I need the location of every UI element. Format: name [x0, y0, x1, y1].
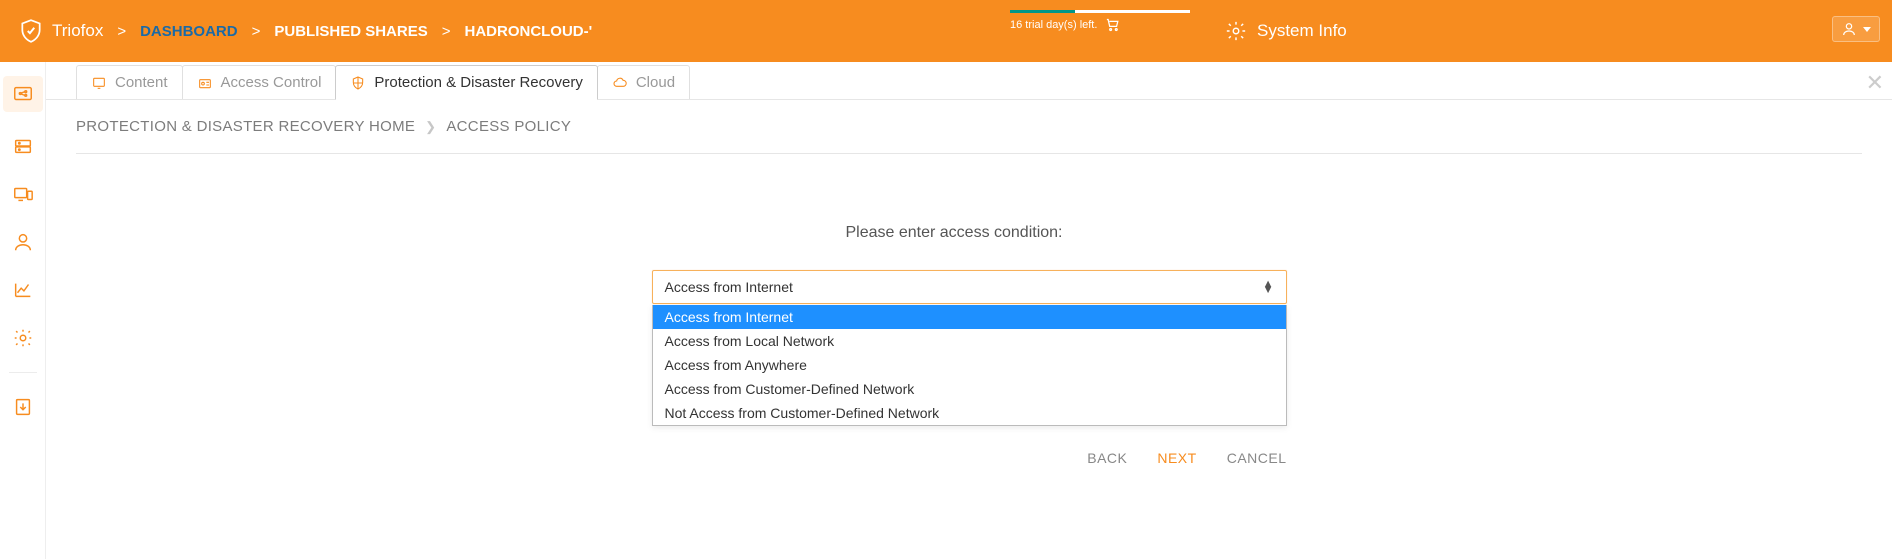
button-row: BACK NEXT CANCEL — [652, 450, 1287, 466]
tab-label: Protection & Disaster Recovery — [374, 74, 582, 91]
sep: > — [117, 23, 126, 40]
tab-content[interactable]: Content — [76, 65, 183, 99]
form-area: Please enter access condition: Access fr… — [46, 154, 1892, 304]
dropdown-option[interactable]: Access from Local Network — [653, 329, 1286, 353]
tab-row: Content Access Control Protection & Disa… — [46, 62, 1892, 100]
sidebar-item-device[interactable] — [9, 180, 37, 208]
user-menu-button[interactable] — [1832, 16, 1880, 42]
cancel-button[interactable]: CANCEL — [1227, 450, 1287, 466]
sidebar-item-settings[interactable] — [9, 324, 37, 352]
back-button[interactable]: BACK — [1087, 450, 1127, 466]
breadcrumb-current[interactable]: HADRONCLOUD-' — [464, 23, 592, 40]
dropdown-option[interactable]: Access from Internet — [653, 305, 1286, 329]
sidebar-item-chart[interactable] — [9, 276, 37, 304]
content-area: Content Access Control Protection & Disa… — [46, 62, 1892, 559]
tab-protection-dr[interactable]: Protection & Disaster Recovery — [335, 65, 597, 100]
user-icon — [1841, 21, 1857, 37]
close-icon[interactable]: ✕ — [1866, 70, 1884, 96]
system-info-label: System Info — [1257, 21, 1347, 41]
access-condition-select-wrap: Access from Internet ▲▼ Access from Inte… — [652, 270, 1287, 304]
breadcrumb-published-shares[interactable]: PUBLISHED SHARES — [274, 23, 427, 40]
access-condition-dropdown: Access from Internet Access from Local N… — [652, 305, 1287, 426]
chevron-down-icon — [1863, 27, 1871, 32]
sidebar-item-share[interactable] — [3, 76, 43, 112]
header-bar: Triofox > DASHBOARD > PUBLISHED SHARES >… — [0, 0, 1892, 62]
trial-text: 16 trial day(s) left. — [1010, 19, 1097, 31]
sidebar-item-user[interactable] — [9, 228, 37, 256]
next-button[interactable]: NEXT — [1157, 450, 1196, 466]
breadcrumb-dashboard[interactable]: DASHBOARD — [140, 23, 238, 40]
tab-access-control[interactable]: Access Control — [182, 65, 337, 99]
sidebar-item-servers[interactable] — [9, 132, 37, 160]
tab-label: Access Control — [221, 74, 322, 91]
logo-icon — [18, 18, 44, 44]
chevron-right-icon: ❯ — [425, 119, 436, 135]
select-value: Access from Internet — [665, 279, 793, 295]
tab-cloud[interactable]: Cloud — [597, 65, 690, 99]
gear-icon — [1225, 20, 1247, 42]
sep: > — [252, 23, 261, 40]
sep: > — [442, 23, 451, 40]
sub-breadcrumb-home[interactable]: PROTECTION & DISASTER RECOVERY HOME — [76, 118, 415, 135]
dropdown-option[interactable]: Access from Customer-Defined Network — [653, 377, 1286, 401]
form-prompt: Please enter access condition: — [845, 224, 1062, 242]
progress-bar — [1010, 10, 1190, 13]
system-info-link[interactable]: System Info — [1225, 0, 1347, 62]
sidebar-item-download[interactable] — [9, 393, 37, 421]
select-arrows-icon: ▲▼ — [1263, 281, 1274, 293]
cart-icon[interactable] — [1105, 17, 1120, 32]
trial-area: 16 trial day(s) left. — [1010, 10, 1190, 32]
dropdown-option[interactable]: Access from Anywhere — [653, 353, 1286, 377]
brand-text: Triofox — [52, 21, 103, 41]
tab-label: Content — [115, 74, 168, 91]
sub-breadcrumb: PROTECTION & DISASTER RECOVERY HOME ❯ AC… — [46, 100, 1892, 153]
dropdown-option[interactable]: Not Access from Customer-Defined Network — [653, 401, 1286, 425]
logo-area: Triofox > DASHBOARD > PUBLISHED SHARES >… — [18, 18, 592, 44]
left-sidebar — [0, 62, 46, 559]
sidebar-divider — [9, 372, 37, 373]
sub-breadcrumb-current: ACCESS POLICY — [446, 118, 571, 135]
access-condition-select[interactable]: Access from Internet ▲▼ — [652, 270, 1287, 304]
tab-label: Cloud — [636, 74, 675, 91]
